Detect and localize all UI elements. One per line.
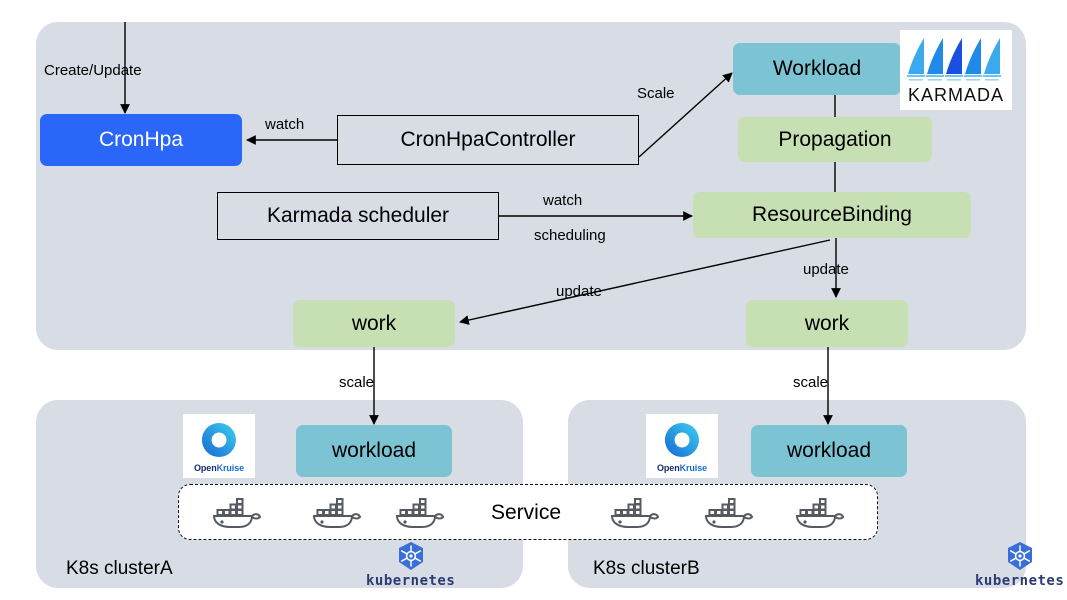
label-scale-cluster-b: scale [793, 374, 829, 391]
openkruise-logo-cluster-b: OpenKruise [646, 414, 718, 478]
docker-whale-icon [394, 495, 446, 536]
karmada-wordmark: KARMADA [907, 85, 1004, 105]
kubernetes-icon [1007, 542, 1032, 570]
kubernetes-wordmark: kubernetes [975, 573, 1065, 589]
label-create-update: Create/Update [44, 62, 142, 79]
node-karmada-scheduler[interactable]: Karmada scheduler [217, 192, 499, 240]
kubernetes-wordmark: kubernetes [366, 573, 456, 589]
label-watch-scheduler: watch [543, 192, 583, 209]
openkruise-icon [664, 422, 699, 457]
openkruise-wordmark: OpenKruise [656, 462, 708, 473]
kubernetes-logo-cluster-a: kubernetes [366, 540, 455, 589]
node-cronhpa[interactable]: CronHpa [40, 114, 242, 166]
docker-whale-icon [311, 495, 363, 536]
node-resourcebinding[interactable]: ResourceBinding [693, 192, 971, 238]
service-label: Service [491, 501, 562, 524]
docker-whale-icon [703, 495, 755, 536]
node-propagation[interactable]: Propagation [738, 117, 932, 162]
cluster-b-name: K8s clusterB [593, 558, 700, 579]
kubernetes-icon [398, 542, 423, 570]
node-workload[interactable]: Workload [733, 43, 901, 95]
kubernetes-logo-cluster-b: kubernetes [975, 540, 1064, 589]
docker-whale-icon [211, 495, 263, 536]
openkruise-icon [201, 422, 236, 457]
karmada-sails-icon [907, 38, 1001, 81]
node-workload-cluster-a[interactable]: workload [296, 425, 452, 477]
cluster-a-name: K8s clusterA [66, 558, 173, 579]
label-update-right: update [803, 261, 849, 278]
diagram-canvas: CronHpa CronHpaController Karmada schedu… [0, 0, 1067, 600]
node-workload-cluster-b[interactable]: workload [751, 425, 907, 477]
label-update-left: update [556, 283, 602, 300]
label-scheduling: scheduling [534, 227, 606, 244]
node-cronhpa-controller[interactable]: CronHpaController [337, 115, 639, 165]
node-work-right[interactable]: work [746, 300, 908, 347]
openkruise-wordmark: OpenKruise [193, 462, 245, 473]
label-watch-controller: watch [265, 116, 305, 133]
openkruise-logo-cluster-a: OpenKruise [183, 414, 255, 478]
label-scale-cluster-a: scale [339, 374, 375, 391]
docker-whale-icon [609, 495, 661, 536]
karmada-logo: KARMADA [900, 30, 1012, 110]
docker-whale-icon [794, 495, 846, 536]
label-scale: Scale [637, 85, 675, 102]
node-work-left[interactable]: work [293, 300, 455, 347]
